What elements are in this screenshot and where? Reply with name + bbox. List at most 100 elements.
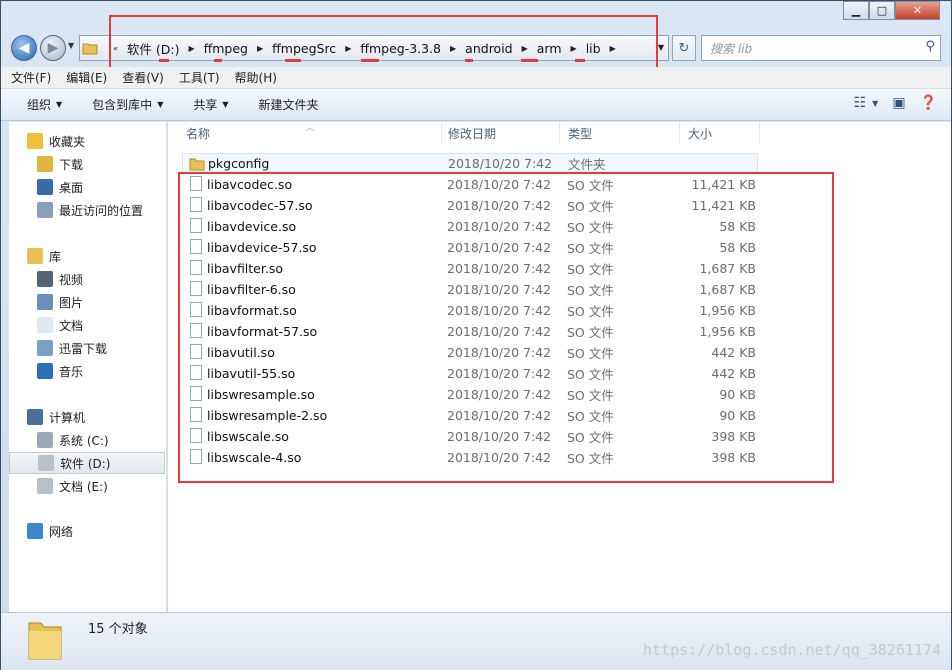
column-type-label: 类型 (568, 126, 593, 141)
annotation-box-address (109, 15, 658, 72)
chevron-down-icon: ▼ (56, 100, 63, 109)
sidebar-item[interactable]: 计算机 (9, 406, 165, 428)
sidebar-item[interactable]: 软件 (D:) (9, 452, 165, 474)
folder-icon (82, 43, 98, 55)
sidebar-item[interactable]: 库 (9, 245, 165, 267)
organize-label: 组织 (27, 98, 52, 112)
menu-item[interactable]: 工具(T) (179, 69, 220, 86)
menu-bar: 文件(F) 编辑(E) 查看(V) 工具(T) 帮助(H) (1, 67, 951, 89)
annotation-mark (521, 59, 538, 62)
recent-places-icon (37, 202, 53, 218)
sidebar-item[interactable]: 网络 (9, 520, 165, 542)
sidebar-item-label: 桌面 (59, 180, 84, 195)
sidebar-item-label: 迅雷下载 (59, 341, 108, 356)
sidebar-item-label: 收藏夹 (49, 134, 86, 149)
thunder-download-icon (37, 340, 53, 356)
sidebar-item[interactable]: 音乐 (9, 360, 165, 382)
menu-item[interactable]: 查看(V) (122, 69, 164, 86)
video-icon (37, 271, 53, 287)
menu-item[interactable]: 编辑(E) (66, 69, 107, 86)
share-button[interactable]: 共享 ▼ (193, 96, 228, 113)
chevron-down-icon: ▼ (222, 100, 229, 109)
sidebar-item[interactable]: 最近访问的位置 (9, 199, 165, 221)
close-button[interactable]: ✕ (895, 1, 940, 20)
maximize-button[interactable]: □ (869, 1, 895, 20)
chevron-down-icon[interactable]: ▼ (658, 43, 664, 52)
sidebar-item[interactable]: 下载 (9, 153, 165, 175)
search-placeholder: 搜索 lib (710, 41, 753, 56)
menu-item[interactable]: 文件(F) (11, 69, 51, 86)
new-folder-label: 新建文件夹 (258, 98, 319, 112)
music-icon (37, 363, 53, 379)
sidebar-item[interactable]: 视频 (9, 268, 165, 290)
system-drive-icon (37, 432, 53, 448)
column-header-type[interactable]: 类型 (560, 122, 680, 144)
chevron-down-icon: ▼ (157, 100, 164, 109)
annotation-mark (575, 59, 585, 62)
desktop-icon (37, 179, 53, 195)
minimize-button[interactable]: ▁ (843, 1, 869, 20)
sidebar-item[interactable]: 迅雷下载 (9, 337, 165, 359)
chevron-down-icon[interactable]: ▼ (872, 99, 878, 108)
folder-icon (189, 158, 205, 171)
pictures-icon (37, 294, 53, 310)
file-name: pkgconfig (208, 155, 270, 171)
sidebar-item[interactable]: 文档 (E:) (9, 475, 165, 497)
sidebar-item[interactable]: 桌面 (9, 176, 165, 198)
sidebar-item-label: 库 (49, 249, 62, 264)
view-mode-icon[interactable]: ☷ (854, 95, 867, 111)
drive-icon (37, 478, 53, 494)
column-date-label: 修改日期 (448, 126, 497, 141)
command-bar: 组织 ▼ 包含到库中 ▼ 共享 ▼ 新建文件夹 ☷ ▼ ▣ ❓ (1, 89, 951, 121)
column-header-name[interactable]: 名称 (178, 122, 442, 144)
sidebar-item-label: 下载 (59, 157, 84, 172)
include-library-label: 包含到库中 (92, 98, 153, 112)
column-header-size[interactable]: 大小 (680, 122, 760, 144)
sidebar-item-label: 文档 (E:) (59, 479, 108, 494)
file-type: 文件夹 (568, 156, 606, 172)
share-label: 共享 (193, 98, 218, 112)
organize-button[interactable]: 组织 ▼ (27, 96, 62, 113)
sidebar-item-label: 文档 (59, 318, 84, 333)
sidebar-item-label: 音乐 (59, 364, 84, 379)
back-button[interactable]: ◀ (11, 35, 37, 61)
library-icon (27, 248, 43, 264)
drive-icon (38, 455, 54, 471)
sidebar-item[interactable]: 文档 (9, 314, 165, 336)
help-icon[interactable]: ❓ (920, 95, 937, 111)
refresh-icon: ↻ (678, 40, 690, 56)
sidebar-item[interactable]: 收藏夹 (9, 130, 165, 152)
column-name-label: 名称 (186, 126, 211, 141)
menu-item[interactable]: 帮助(H) (235, 69, 277, 86)
search-input[interactable]: 搜索 lib ⚲ (701, 35, 941, 61)
include-library-button[interactable]: 包含到库中 ▼ (92, 96, 163, 113)
network-icon (27, 523, 43, 539)
sidebar-item-label: 图片 (59, 295, 84, 310)
download-folder-icon (37, 156, 53, 172)
item-count: 15 个对象 (88, 622, 148, 637)
sidebar-item-label: 最近访问的位置 (59, 203, 144, 218)
file-date: 2018/10/20 7:42 (448, 155, 553, 171)
sidebar-item[interactable]: 系统 (C:) (9, 429, 165, 451)
annotation-mark (285, 59, 301, 62)
sidebar-item-label: 网络 (49, 524, 74, 539)
forward-button[interactable]: ▶ (40, 35, 66, 61)
sidebar-item-label: 计算机 (49, 410, 86, 425)
computer-icon (27, 409, 43, 425)
new-folder-button[interactable]: 新建文件夹 (259, 96, 319, 113)
search-icon[interactable]: ⚲ (925, 39, 935, 54)
annotation-mark (159, 59, 169, 62)
history-dropdown[interactable]: ▼ (68, 41, 74, 50)
file-row[interactable]: pkgconfig 2018/10/20 7:42 文件夹 (182, 153, 758, 173)
annotation-mark (465, 59, 473, 62)
arrow-right-icon: ▶ (47, 40, 59, 56)
sidebar-item-label: 软件 (D:) (60, 456, 111, 471)
watermark: https://blog.csdn.net/qq_38261174 (642, 641, 941, 659)
column-header-date[interactable]: 修改日期 (440, 122, 560, 144)
annotation-mark (214, 59, 222, 62)
refresh-button[interactable]: ↻ (672, 35, 696, 61)
navigation-pane: 收藏夹下载桌面最近访问的位置库视频图片文档迅雷下载音乐计算机系统 (C:) 软件 … (9, 122, 167, 612)
sidebar-item[interactable]: 图片 (9, 291, 165, 313)
preview-pane-icon[interactable]: ▣ (892, 95, 905, 111)
column-size-label: 大小 (688, 126, 713, 141)
